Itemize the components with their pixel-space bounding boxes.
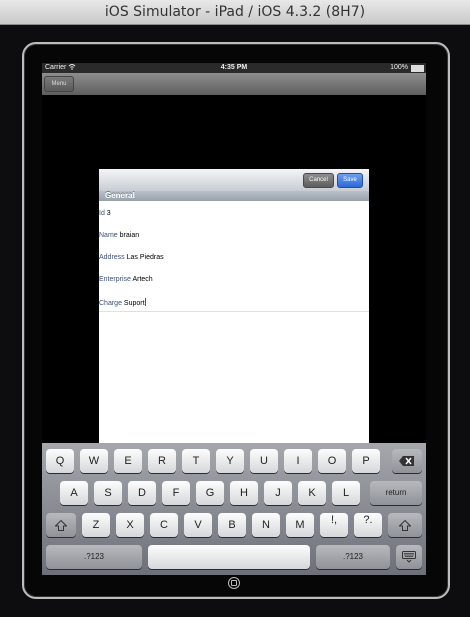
- battery-icon: [411, 65, 424, 72]
- key-n[interactable]: N: [252, 513, 280, 537]
- key-q[interactable]: Q: [46, 449, 74, 473]
- field-name[interactable]: Name braian: [99, 232, 139, 239]
- key-z[interactable]: Z: [82, 513, 110, 537]
- key-h[interactable]: H: [230, 481, 258, 505]
- ipad-screen: Carrier 4:35 PM 100% Menu Cancel Save Ge…: [42, 63, 426, 575]
- form-toolbar: Cancel Save: [99, 169, 369, 192]
- form-divider: [99, 311, 369, 312]
- key-f[interactable]: F: [162, 481, 190, 505]
- key-c[interactable]: C: [150, 513, 178, 537]
- field-address-label: Address: [99, 254, 125, 261]
- save-button[interactable]: Save: [337, 173, 363, 188]
- hide-keyboard-key[interactable]: [396, 545, 422, 569]
- key-d[interactable]: D: [128, 481, 156, 505]
- edit-form-modal: Cancel Save General Id 3 Name braian Add…: [99, 169, 369, 469]
- keyboard-hide-icon: [402, 551, 416, 563]
- field-id-value[interactable]: 3: [107, 210, 111, 217]
- key-l[interactable]: L: [332, 481, 360, 505]
- status-time: 4:35 PM: [220, 64, 248, 71]
- key-j[interactable]: J: [264, 481, 292, 505]
- field-enterprise-label: Enterprise: [99, 276, 131, 283]
- key-m[interactable]: M: [286, 513, 314, 537]
- key-x[interactable]: X: [116, 513, 144, 537]
- key-g[interactable]: G: [196, 481, 224, 505]
- field-charge-value[interactable]: Suport: [124, 300, 145, 307]
- backspace-icon: [399, 455, 415, 467]
- nav-bar: Menu: [42, 73, 426, 95]
- key-exclaim-comma[interactable]: !,: [320, 513, 348, 537]
- field-address-value[interactable]: Las Piedras: [127, 254, 164, 261]
- shift-icon: [54, 519, 68, 531]
- window-title: iOS Simulator - iPad / iOS 4.3.2 (8H7): [104, 4, 366, 20]
- delete-key[interactable]: [392, 449, 422, 473]
- space-bar[interactable]: [148, 545, 310, 569]
- return-key[interactable]: return: [370, 481, 422, 505]
- menu-button[interactable]: Menu: [44, 76, 74, 92]
- key-k[interactable]: K: [298, 481, 326, 505]
- key-question-period[interactable]: ?.: [354, 513, 382, 537]
- key-e[interactable]: E: [114, 449, 142, 473]
- text-cursor: [144, 298, 146, 306]
- key-y[interactable]: Y: [216, 449, 244, 473]
- key-o[interactable]: O: [318, 449, 346, 473]
- field-address[interactable]: Address Las Piedras: [99, 254, 164, 261]
- key-b[interactable]: B: [218, 513, 246, 537]
- simulator-titlebar: iOS Simulator - iPad / iOS 4.3.2 (8H7): [0, 0, 470, 25]
- numbers-key-left[interactable]: .?123: [46, 545, 142, 569]
- field-enterprise-value[interactable]: Artech: [132, 276, 152, 283]
- field-name-label: Name: [99, 232, 118, 239]
- key-u[interactable]: U: [250, 449, 278, 473]
- cancel-button[interactable]: Cancel: [303, 173, 334, 188]
- key-s[interactable]: S: [94, 481, 122, 505]
- field-id[interactable]: Id 3: [99, 210, 111, 217]
- status-bar: Carrier 4:35 PM 100%: [42, 63, 426, 73]
- key-i[interactable]: I: [284, 449, 312, 473]
- key-t[interactable]: T: [182, 449, 210, 473]
- section-header-general: General: [99, 191, 369, 201]
- onscreen-keyboard: Q W E R T Y U I O P A S D F G H J K L re…: [42, 443, 426, 575]
- key-p[interactable]: P: [352, 449, 380, 473]
- key-w[interactable]: W: [80, 449, 108, 473]
- key-v[interactable]: V: [184, 513, 212, 537]
- field-enterprise[interactable]: Enterprise Artech: [99, 276, 153, 283]
- field-charge[interactable]: Charge Suport: [99, 298, 146, 307]
- key-r[interactable]: R: [148, 449, 176, 473]
- shift-icon: [398, 519, 412, 531]
- home-button[interactable]: [228, 577, 240, 589]
- battery-percent: 100%: [390, 64, 408, 71]
- shift-key-left[interactable]: [46, 513, 76, 537]
- numbers-key-right[interactable]: .?123: [316, 545, 390, 569]
- field-charge-label: Charge: [99, 300, 122, 307]
- field-id-label: Id: [99, 210, 105, 217]
- field-name-value[interactable]: braian: [120, 232, 139, 239]
- key-a[interactable]: A: [60, 481, 88, 505]
- shift-key-right[interactable]: [388, 513, 422, 537]
